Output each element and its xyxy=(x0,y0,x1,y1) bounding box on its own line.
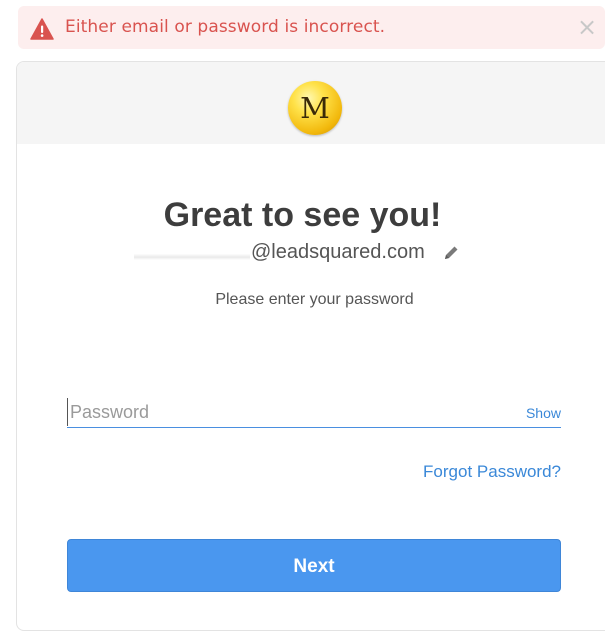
email-redaction xyxy=(134,245,250,260)
page-title: Great to see you! xyxy=(163,196,442,234)
next-button[interactable]: Next xyxy=(67,539,561,592)
close-icon[interactable]: × xyxy=(577,15,597,39)
email-domain-text: @leadsquared.com xyxy=(251,241,425,263)
card-header: M xyxy=(17,62,605,144)
forgot-password-link[interactable]: Forgot Password? xyxy=(423,462,561,482)
logo-letter: M xyxy=(300,91,330,125)
app-logo: M xyxy=(288,81,342,135)
pencil-icon[interactable] xyxy=(442,244,460,262)
email-display: @leadsquared.com xyxy=(134,241,460,267)
password-prompt: Please enter your password xyxy=(215,291,414,308)
error-message: Either email or password is incorrect. xyxy=(65,17,386,37)
warning-triangle-icon xyxy=(30,18,54,40)
error-alert: Either email or password is incorrect. × xyxy=(18,6,605,49)
show-password-toggle[interactable]: Show xyxy=(526,405,561,421)
password-field: Show xyxy=(67,398,561,428)
password-input[interactable] xyxy=(67,398,510,426)
